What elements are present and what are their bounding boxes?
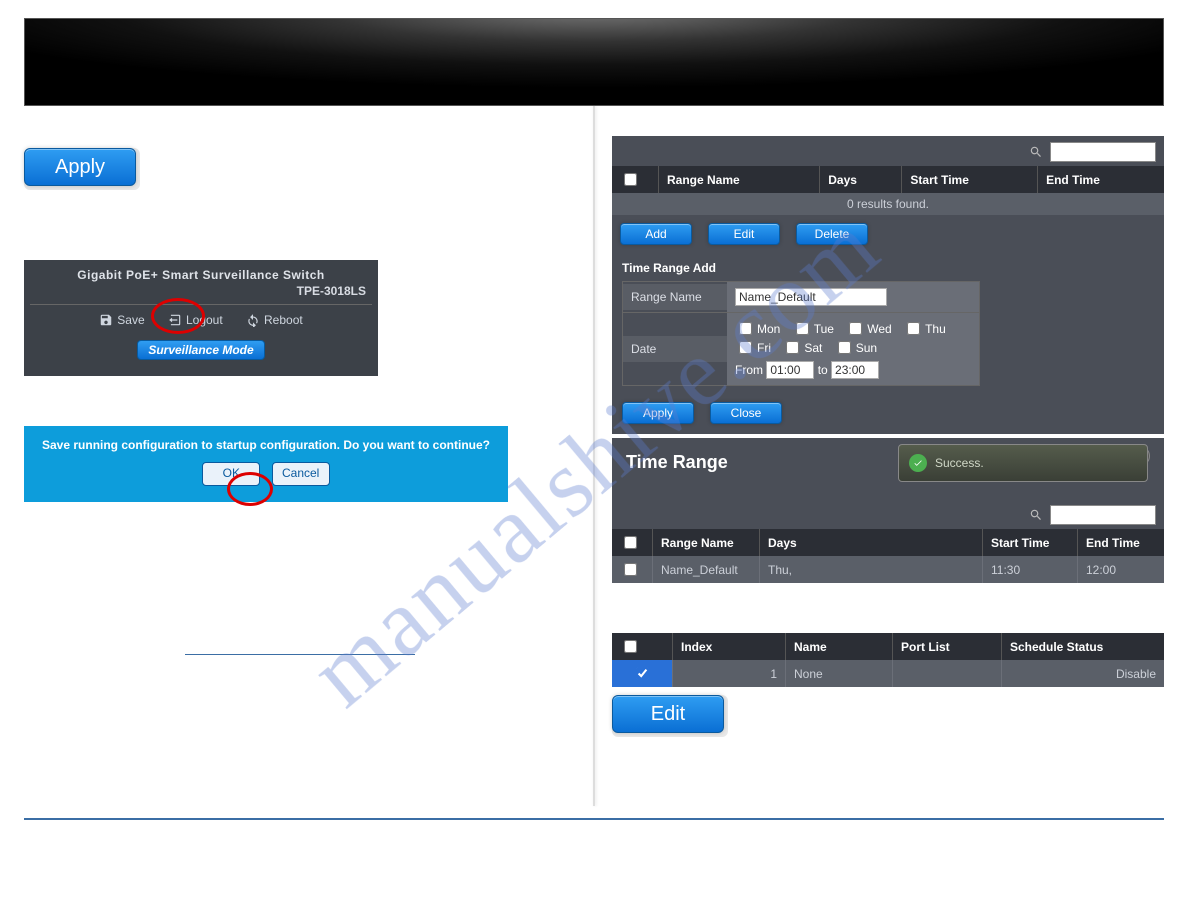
col-name: Name [786, 633, 893, 660]
date-label: Date [623, 336, 727, 362]
switch-model: TPE-3018LS [24, 284, 378, 304]
col-status: Schedule Status [1002, 633, 1165, 660]
from-label: From [735, 363, 763, 377]
range-name-input[interactable] [735, 288, 887, 306]
confirm-dialog: Save running configuration to startup co… [24, 426, 508, 502]
row-days: Thu, [760, 556, 983, 583]
row-port [893, 660, 1002, 687]
day-wed-checkbox[interactable] [849, 322, 862, 335]
col-days: Days [760, 529, 983, 556]
row-status: Disable [1002, 660, 1165, 687]
toast-text: Success. [935, 456, 984, 470]
link-placeholder [185, 642, 415, 655]
row-index: 1 [673, 660, 786, 687]
row-name: Name_Default [653, 556, 760, 583]
col-index: Index [673, 633, 786, 660]
row-end: 12:00 [1078, 556, 1165, 583]
form-apply-button[interactable]: Apply [622, 402, 694, 424]
row-name: None [786, 660, 893, 687]
time-range-panel-empty: Range Name Days Start Time End Time 0 re… [612, 136, 1164, 434]
edit-big-button[interactable]: Edit [612, 695, 724, 733]
red-circle-ok [227, 472, 273, 506]
save-label: Save [117, 313, 144, 327]
row-checkbox[interactable] [624, 563, 637, 576]
time-range-add-title: Time Range Add [612, 253, 1164, 281]
confirm-message: Save running configuration to startup co… [42, 438, 490, 452]
apply-button-wrap: Apply [24, 148, 140, 190]
range-name-label: Range Name [623, 284, 727, 310]
col-portlist: Port List [893, 633, 1002, 660]
success-toast: Success. [898, 444, 1148, 482]
col-start: Start Time [902, 166, 1038, 193]
col-start: Start Time [983, 529, 1078, 556]
day-mon-checkbox[interactable] [739, 322, 752, 335]
select-all-checkbox[interactable] [624, 536, 637, 549]
col-days: Days [820, 166, 902, 193]
add-button[interactable]: Add [620, 223, 692, 245]
search-input[interactable] [1050, 142, 1156, 162]
col-end: End Time [1038, 166, 1164, 193]
red-circle-save [151, 298, 205, 334]
day-thu-checkbox[interactable] [907, 322, 920, 335]
row-checkbox[interactable] [636, 667, 649, 680]
search-icon[interactable] [1029, 508, 1043, 522]
col-range-name: Range Name [659, 166, 820, 193]
delete-button[interactable]: Delete [796, 223, 868, 245]
time-range-table-filled: Range Name Days Start Time End Time Name… [612, 529, 1164, 583]
no-results: 0 results found. [612, 193, 1164, 215]
to-label: to [818, 363, 828, 377]
day-tue-checkbox[interactable] [796, 322, 809, 335]
switch-header-panel: Gigabit PoE+ Smart Surveillance Switch T… [24, 260, 378, 376]
search-input[interactable] [1050, 505, 1156, 525]
edit-button-wrap: Edit [612, 695, 728, 737]
time-range-table-empty: Range Name Days Start Time End Time 0 re… [612, 166, 1164, 215]
edit-button[interactable]: Edit [708, 223, 780, 245]
time-range-add-form: Range Name Date Mon Tue Wed Thu [622, 281, 980, 386]
col-end: End Time [1078, 529, 1165, 556]
search-icon[interactable] [1029, 145, 1043, 159]
reboot-icon [246, 313, 260, 327]
form-close-button[interactable]: Close [710, 402, 782, 424]
time-range-panel-filled: ✕ Time Range Success. Range Name Days St… [612, 438, 1164, 583]
reboot-link[interactable]: Reboot [246, 313, 303, 327]
day-sun-checkbox[interactable] [838, 341, 851, 354]
footer-separator [24, 818, 1164, 870]
apply-button[interactable]: Apply [24, 148, 136, 186]
row-start: 11:30 [983, 556, 1078, 583]
check-icon [909, 454, 927, 472]
save-link[interactable]: Save [99, 313, 144, 327]
top-banner [24, 18, 1164, 106]
schedule-panel: Index Name Port List Schedule Status 1 N… [612, 633, 1164, 687]
column-divider [593, 106, 595, 806]
switch-title: Gigabit PoE+ Smart Surveillance Switch [24, 260, 378, 284]
day-fri-checkbox[interactable] [739, 341, 752, 354]
day-sat-checkbox[interactable] [786, 341, 799, 354]
save-icon [99, 313, 113, 327]
select-all-checkbox[interactable] [624, 173, 637, 186]
from-input[interactable] [766, 361, 814, 379]
col-range-name: Range Name [653, 529, 760, 556]
select-all-checkbox[interactable] [624, 640, 637, 653]
cancel-button[interactable]: Cancel [272, 462, 330, 486]
reboot-label: Reboot [264, 313, 303, 327]
to-input[interactable] [831, 361, 879, 379]
schedule-table: Index Name Port List Schedule Status 1 N… [612, 633, 1164, 687]
surveillance-mode-button[interactable]: Surveillance Mode [137, 340, 264, 360]
